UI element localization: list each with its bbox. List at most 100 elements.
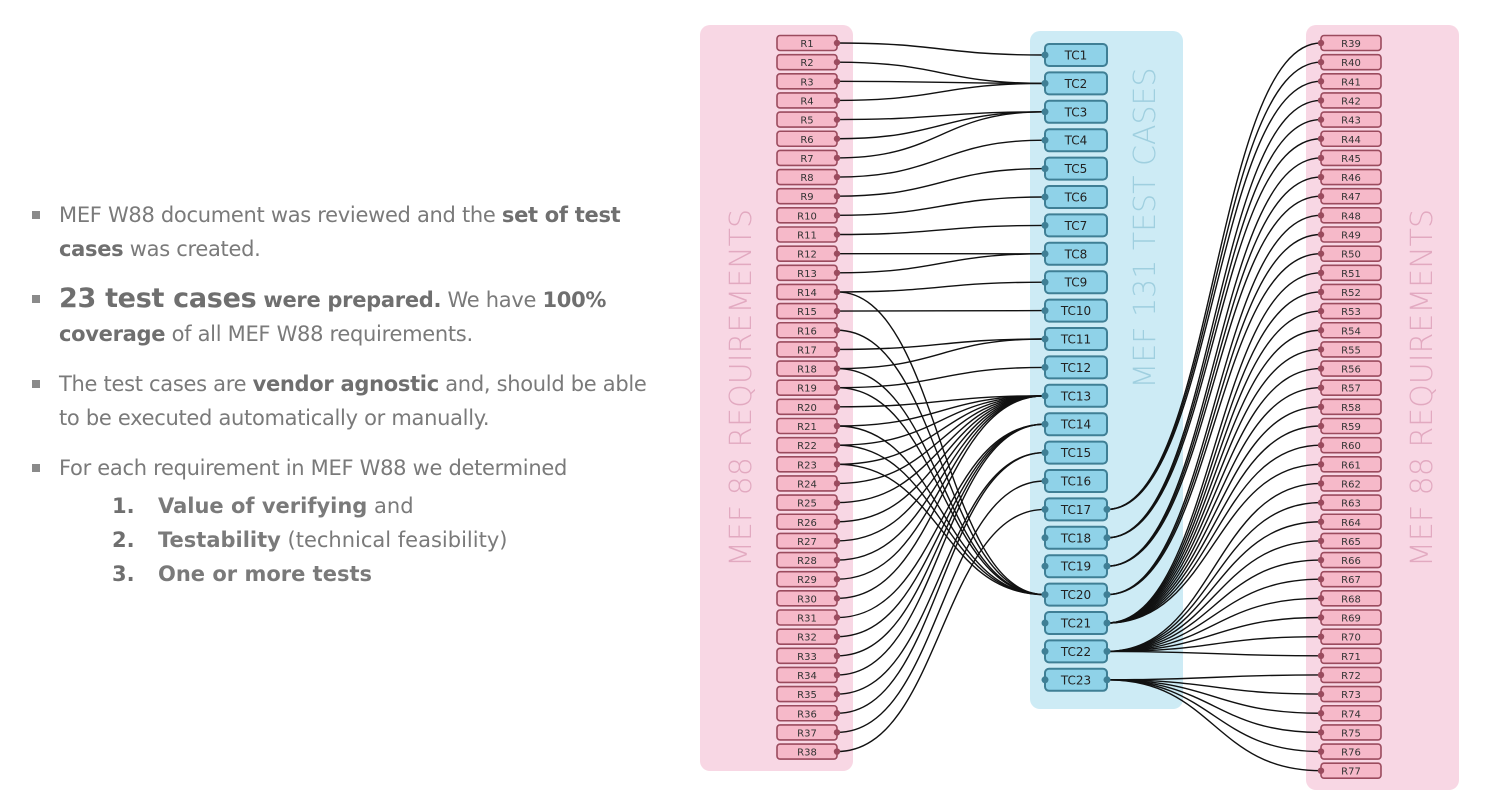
requirement-node-R39[interactable]: R39 [1317, 34, 1382, 52]
requirement-node-R61[interactable]: R61 [1317, 455, 1382, 473]
requirement-node-R63[interactable]: R63 [1317, 494, 1382, 511]
requirement-node-R77[interactable]: R77 [1317, 762, 1382, 780]
requirement-node-R45[interactable]: R45 [1317, 149, 1382, 167]
test-case-node-TC20[interactable]: TC20 [1041, 582, 1111, 607]
requirement-node-R41[interactable]: R41 [1317, 73, 1382, 90]
requirement-node-R43[interactable]: R43 [1317, 111, 1382, 128]
requirement-node-R53[interactable]: R53 [1317, 302, 1382, 320]
requirement-node-R55[interactable]: R55 [1317, 341, 1382, 358]
requirement-node-R40[interactable]: R40 [1317, 53, 1382, 71]
requirement-node-R30[interactable]: R30 [776, 590, 841, 607]
requirement-node-R25[interactable]: R25 [776, 494, 841, 511]
requirement-node-R65[interactable]: R65 [1317, 532, 1382, 550]
requirement-node-R48[interactable]: R48 [1317, 207, 1382, 224]
requirement-node-R47[interactable]: R47 [1317, 187, 1382, 205]
requirement-node-R72[interactable]: R72 [1317, 666, 1382, 684]
requirement-node-R73[interactable]: R73 [1317, 685, 1382, 703]
test-case-node-TC19[interactable]: TC19 [1041, 554, 1111, 579]
test-case-node-TC17[interactable]: TC17 [1041, 497, 1111, 522]
requirement-node-R31[interactable]: R31 [776, 609, 841, 626]
requirement-node-R1[interactable]: R1 [776, 34, 841, 52]
requirement-node-R58[interactable]: R58 [1317, 398, 1382, 416]
test-case-node-TC9[interactable]: TC9 [1041, 270, 1108, 295]
requirement-node-R46[interactable]: R46 [1317, 168, 1382, 186]
requirement-node-R66[interactable]: R66 [1317, 551, 1382, 569]
test-case-node-TC13[interactable]: TC13 [1041, 383, 1108, 408]
requirement-node-R57[interactable]: R57 [1317, 379, 1382, 397]
requirement-node-R4[interactable]: R4 [776, 92, 841, 109]
requirement-node-R28[interactable]: R28 [776, 551, 841, 569]
requirement-node-R42[interactable]: R42 [1317, 92, 1382, 109]
requirement-node-R60[interactable]: R60 [1317, 436, 1382, 454]
test-case-node-TC5[interactable]: TC5 [1041, 156, 1108, 181]
requirement-node-R2[interactable]: R2 [776, 53, 841, 71]
test-case-node-TC22[interactable]: TC22 [1041, 639, 1111, 664]
requirement-node-R52[interactable]: R52 [1317, 283, 1382, 301]
requirement-node-R64[interactable]: R64 [1317, 513, 1382, 531]
test-case-node-TC10[interactable]: TC10 [1041, 298, 1108, 323]
requirement-node-R19[interactable]: R19 [776, 379, 841, 397]
requirement-node-R27[interactable]: R27 [776, 532, 841, 550]
requirement-node-R7[interactable]: R7 [776, 149, 841, 167]
requirement-node-R54[interactable]: R54 [1317, 321, 1382, 339]
requirement-node-R69[interactable]: R69 [1317, 609, 1382, 626]
test-case-node-TC6[interactable]: TC6 [1041, 185, 1108, 209]
requirement-node-R11[interactable]: R11 [776, 226, 841, 243]
test-case-node-TC23[interactable]: TC23 [1041, 667, 1111, 692]
requirement-node-R10[interactable]: R10 [776, 207, 841, 224]
test-case-node-TC4[interactable]: TC4 [1041, 128, 1108, 153]
requirement-node-R51[interactable]: R51 [1317, 264, 1382, 282]
requirement-node-R29[interactable]: R29 [776, 570, 841, 588]
test-case-node-TC16[interactable]: TC16 [1041, 469, 1108, 493]
requirement-node-R35[interactable]: R35 [776, 685, 841, 703]
requirement-node-R8[interactable]: R8 [776, 168, 841, 186]
test-case-node-TC12[interactable]: TC12 [1041, 355, 1108, 380]
test-case-node-TC14[interactable]: TC14 [1041, 412, 1108, 437]
requirement-node-R71[interactable]: R71 [1317, 647, 1382, 665]
requirement-node-R16[interactable]: R16 [776, 321, 841, 339]
requirement-node-R3[interactable]: R3 [776, 73, 841, 90]
requirement-node-R38[interactable]: R38 [776, 743, 841, 760]
requirement-node-R17[interactable]: R17 [776, 341, 841, 358]
requirement-node-R44[interactable]: R44 [1317, 130, 1382, 148]
test-case-node-TC18[interactable]: TC18 [1041, 525, 1111, 550]
test-case-node-TC21[interactable]: TC21 [1041, 611, 1111, 635]
requirement-node-R62[interactable]: R62 [1317, 475, 1382, 492]
requirement-node-R37[interactable]: R37 [776, 724, 841, 741]
requirement-node-R49[interactable]: R49 [1317, 226, 1382, 243]
requirement-node-R14[interactable]: R14 [776, 283, 841, 301]
requirement-node-R75[interactable]: R75 [1317, 724, 1382, 741]
requirement-node-R70[interactable]: R70 [1317, 628, 1382, 645]
requirement-node-R9[interactable]: R9 [776, 187, 841, 205]
test-case-node-TC7[interactable]: TC7 [1041, 213, 1108, 238]
test-case-node-TC8[interactable]: TC8 [1041, 241, 1108, 266]
requirement-node-R74[interactable]: R74 [1317, 704, 1382, 722]
requirement-node-R59[interactable]: R59 [1317, 417, 1382, 435]
requirement-node-R22[interactable]: R22 [776, 436, 841, 454]
requirement-node-R23[interactable]: R23 [776, 455, 841, 473]
requirement-node-R67[interactable]: R67 [1317, 570, 1382, 588]
requirement-node-R18[interactable]: R18 [776, 360, 841, 377]
requirement-node-R5[interactable]: R5 [776, 111, 841, 128]
test-case-node-TC1[interactable]: TC1 [1041, 43, 1108, 67]
test-case-node-TC3[interactable]: TC3 [1041, 99, 1108, 124]
test-case-node-TC11[interactable]: TC11 [1041, 327, 1108, 351]
requirement-node-R24[interactable]: R24 [776, 475, 841, 492]
requirement-node-R34[interactable]: R34 [776, 666, 841, 684]
requirement-node-R13[interactable]: R13 [776, 264, 841, 282]
requirement-node-R26[interactable]: R26 [776, 513, 841, 531]
test-case-node-TC15[interactable]: TC15 [1041, 440, 1108, 465]
requirement-node-R21[interactable]: R21 [776, 417, 841, 435]
requirement-node-R15[interactable]: R15 [776, 302, 841, 320]
requirement-node-R50[interactable]: R50 [1317, 245, 1382, 262]
requirement-node-R6[interactable]: R6 [776, 130, 841, 148]
requirement-node-R32[interactable]: R32 [776, 628, 841, 645]
requirement-node-R33[interactable]: R33 [776, 647, 841, 665]
requirement-node-R12[interactable]: R12 [776, 245, 841, 262]
requirement-node-R20[interactable]: R20 [776, 398, 841, 416]
test-case-node-TC2[interactable]: TC2 [1041, 71, 1108, 96]
requirement-node-R68[interactable]: R68 [1317, 590, 1382, 607]
requirement-node-R56[interactable]: R56 [1317, 360, 1382, 377]
requirement-node-R76[interactable]: R76 [1317, 743, 1382, 760]
requirement-node-R36[interactable]: R36 [776, 704, 841, 722]
